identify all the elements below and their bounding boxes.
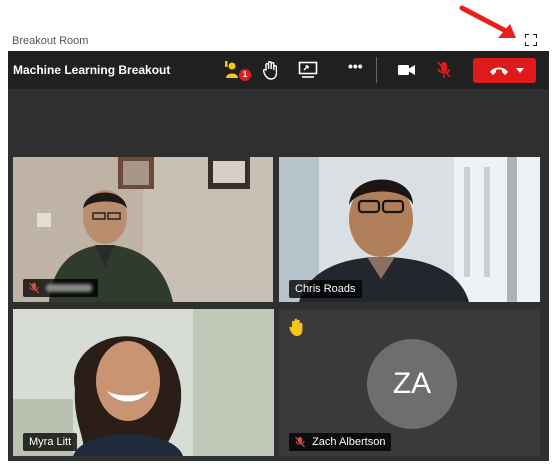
raised-hand-icon [289,317,305,342]
participant-tile[interactable] [13,157,273,302]
raise-hand-icon[interactable] [263,60,279,80]
hang-up-icon [490,67,508,75]
more-options-button[interactable]: ••• [348,58,363,74]
camera-icon[interactable] [398,60,416,80]
red-arrow-pointer [459,5,516,38]
mic-muted-icon [29,282,39,294]
microphone-muted-icon[interactable] [436,60,452,80]
participant-nameplate: Chris Roads [289,280,362,298]
mic-muted-icon [295,436,305,448]
participant-nameplate [23,279,99,297]
participant-tile[interactable]: Chris Roads [279,157,540,302]
participant-name: Chris Roads [295,283,356,295]
window-title: Breakout Room [12,35,89,47]
participant-name-obscured [46,284,93,293]
chevron-down-icon [516,68,524,73]
participant-name: Zach Albertson [312,436,386,448]
share-screen-icon[interactable] [298,60,318,80]
meeting-toolbar: Machine Learning Breakout 1 ••• [8,51,549,89]
participant-nameplate: Zach Albertson [289,433,392,451]
meeting-title: Machine Learning Breakout [13,63,171,77]
participant-nameplate: Myra Litt [23,433,78,451]
participant-tile[interactable]: Myra Litt [13,309,274,456]
toolbar-divider [376,57,377,83]
participants-count-badge: 1 [239,69,251,81]
participant-name: Myra Litt [29,436,72,448]
participant-tile[interactable]: ZA Zach Albertson [279,309,540,456]
meeting-window: Machine Learning Breakout 1 ••• Chris Ro… [8,51,549,461]
participant-avatar: ZA [367,339,457,429]
fullscreen-icon[interactable] [525,34,537,46]
leave-call-button[interactable] [473,58,536,83]
